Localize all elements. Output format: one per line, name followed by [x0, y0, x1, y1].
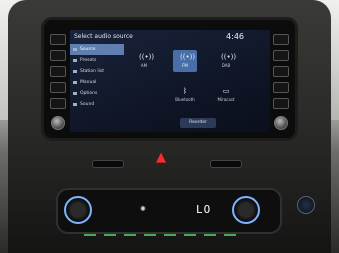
- menu-item-source[interactable]: Source: [70, 44, 124, 55]
- source-icon: [73, 48, 77, 51]
- menu-item-label: Station list: [80, 69, 105, 74]
- source-tile-fm[interactable]: ((•)) FM: [173, 50, 197, 72]
- menu-item-label: Manual: [80, 80, 97, 85]
- source-label: FM: [182, 63, 188, 68]
- side-key[interactable]: [273, 82, 289, 93]
- tune-knob[interactable]: [274, 116, 288, 130]
- volume-knob[interactable]: [51, 116, 65, 130]
- source-label: AM: [140, 63, 148, 68]
- source-tile-dab[interactable]: ((•)) DAB: [214, 50, 238, 72]
- side-key[interactable]: [50, 98, 66, 109]
- audio-menu: Source Presets Station list Manual Optio…: [70, 44, 124, 110]
- source-tile-am[interactable]: ((•)) AM: [132, 50, 156, 72]
- driver-temp-dial[interactable]: [64, 196, 92, 224]
- sound-icon: [73, 103, 77, 106]
- reorder-button[interactable]: Reorder: [180, 118, 216, 128]
- passenger-temp-dial[interactable]: [232, 196, 260, 224]
- menu-item-manual[interactable]: Manual: [70, 77, 124, 88]
- air-vent: [210, 160, 242, 168]
- side-key[interactable]: [50, 34, 66, 45]
- source-label: Bluetooth: [175, 97, 195, 102]
- options-icon: [73, 92, 77, 95]
- list-icon: [73, 70, 77, 73]
- climate-button[interactable]: [204, 234, 216, 236]
- side-key[interactable]: [273, 66, 289, 77]
- menu-item-sound[interactable]: Sound: [70, 99, 124, 110]
- side-key[interactable]: [273, 50, 289, 61]
- climate-button[interactable]: [164, 234, 176, 236]
- climate-button-row[interactable]: [80, 224, 248, 236]
- radio-waves-icon: ((•)): [180, 53, 196, 61]
- menu-item-label: Sound: [80, 102, 95, 107]
- car-dashboard-photo: Select audio source 4:46 Source Presets …: [0, 0, 339, 253]
- fan-icon: ✺: [140, 205, 146, 213]
- hazard-button-icon[interactable]: ▲: [153, 150, 169, 166]
- menu-item-presets[interactable]: Presets: [70, 55, 124, 66]
- radio-waves-icon: ((•)): [221, 53, 237, 61]
- climate-button[interactable]: [104, 234, 116, 236]
- source-label: Miracast: [217, 97, 235, 102]
- menu-item-label: Source: [80, 47, 96, 52]
- menu-item-station-list[interactable]: Station list: [70, 66, 124, 77]
- source-tile-bluetooth[interactable]: ᛒ Bluetooth: [173, 84, 197, 106]
- temperature-readout: LO: [196, 203, 212, 216]
- manual-icon: [73, 81, 77, 84]
- climate-button[interactable]: [184, 234, 196, 236]
- clock: 4:46: [226, 32, 244, 41]
- source-tile-miracast[interactable]: ▭ Miracast: [214, 84, 238, 106]
- side-key[interactable]: [50, 50, 66, 61]
- menu-item-label: Options: [80, 91, 98, 96]
- audio-screen: Select audio source 4:46 Source Presets …: [70, 30, 270, 132]
- radio-waves-icon: ((•)): [139, 53, 155, 61]
- climate-button[interactable]: [224, 234, 236, 236]
- side-key[interactable]: [273, 34, 289, 45]
- engine-start-button[interactable]: [297, 196, 315, 214]
- presets-icon: [73, 59, 77, 62]
- infotainment-display: Select audio source 4:46 Source Presets …: [44, 20, 295, 138]
- side-key[interactable]: [273, 98, 289, 109]
- climate-button[interactable]: [84, 234, 96, 236]
- screen-title: Select audio source: [74, 33, 133, 40]
- climate-button[interactable]: [144, 234, 156, 236]
- side-key[interactable]: [50, 66, 66, 77]
- menu-item-options[interactable]: Options: [70, 88, 124, 99]
- source-label: DAB: [221, 63, 231, 68]
- side-key[interactable]: [50, 82, 66, 93]
- menu-item-label: Presets: [80, 58, 97, 63]
- screen-cast-icon: ▭: [222, 87, 230, 95]
- climate-button[interactable]: [124, 234, 136, 236]
- air-vent: [92, 160, 124, 168]
- bluetooth-icon: ᛒ: [182, 87, 188, 95]
